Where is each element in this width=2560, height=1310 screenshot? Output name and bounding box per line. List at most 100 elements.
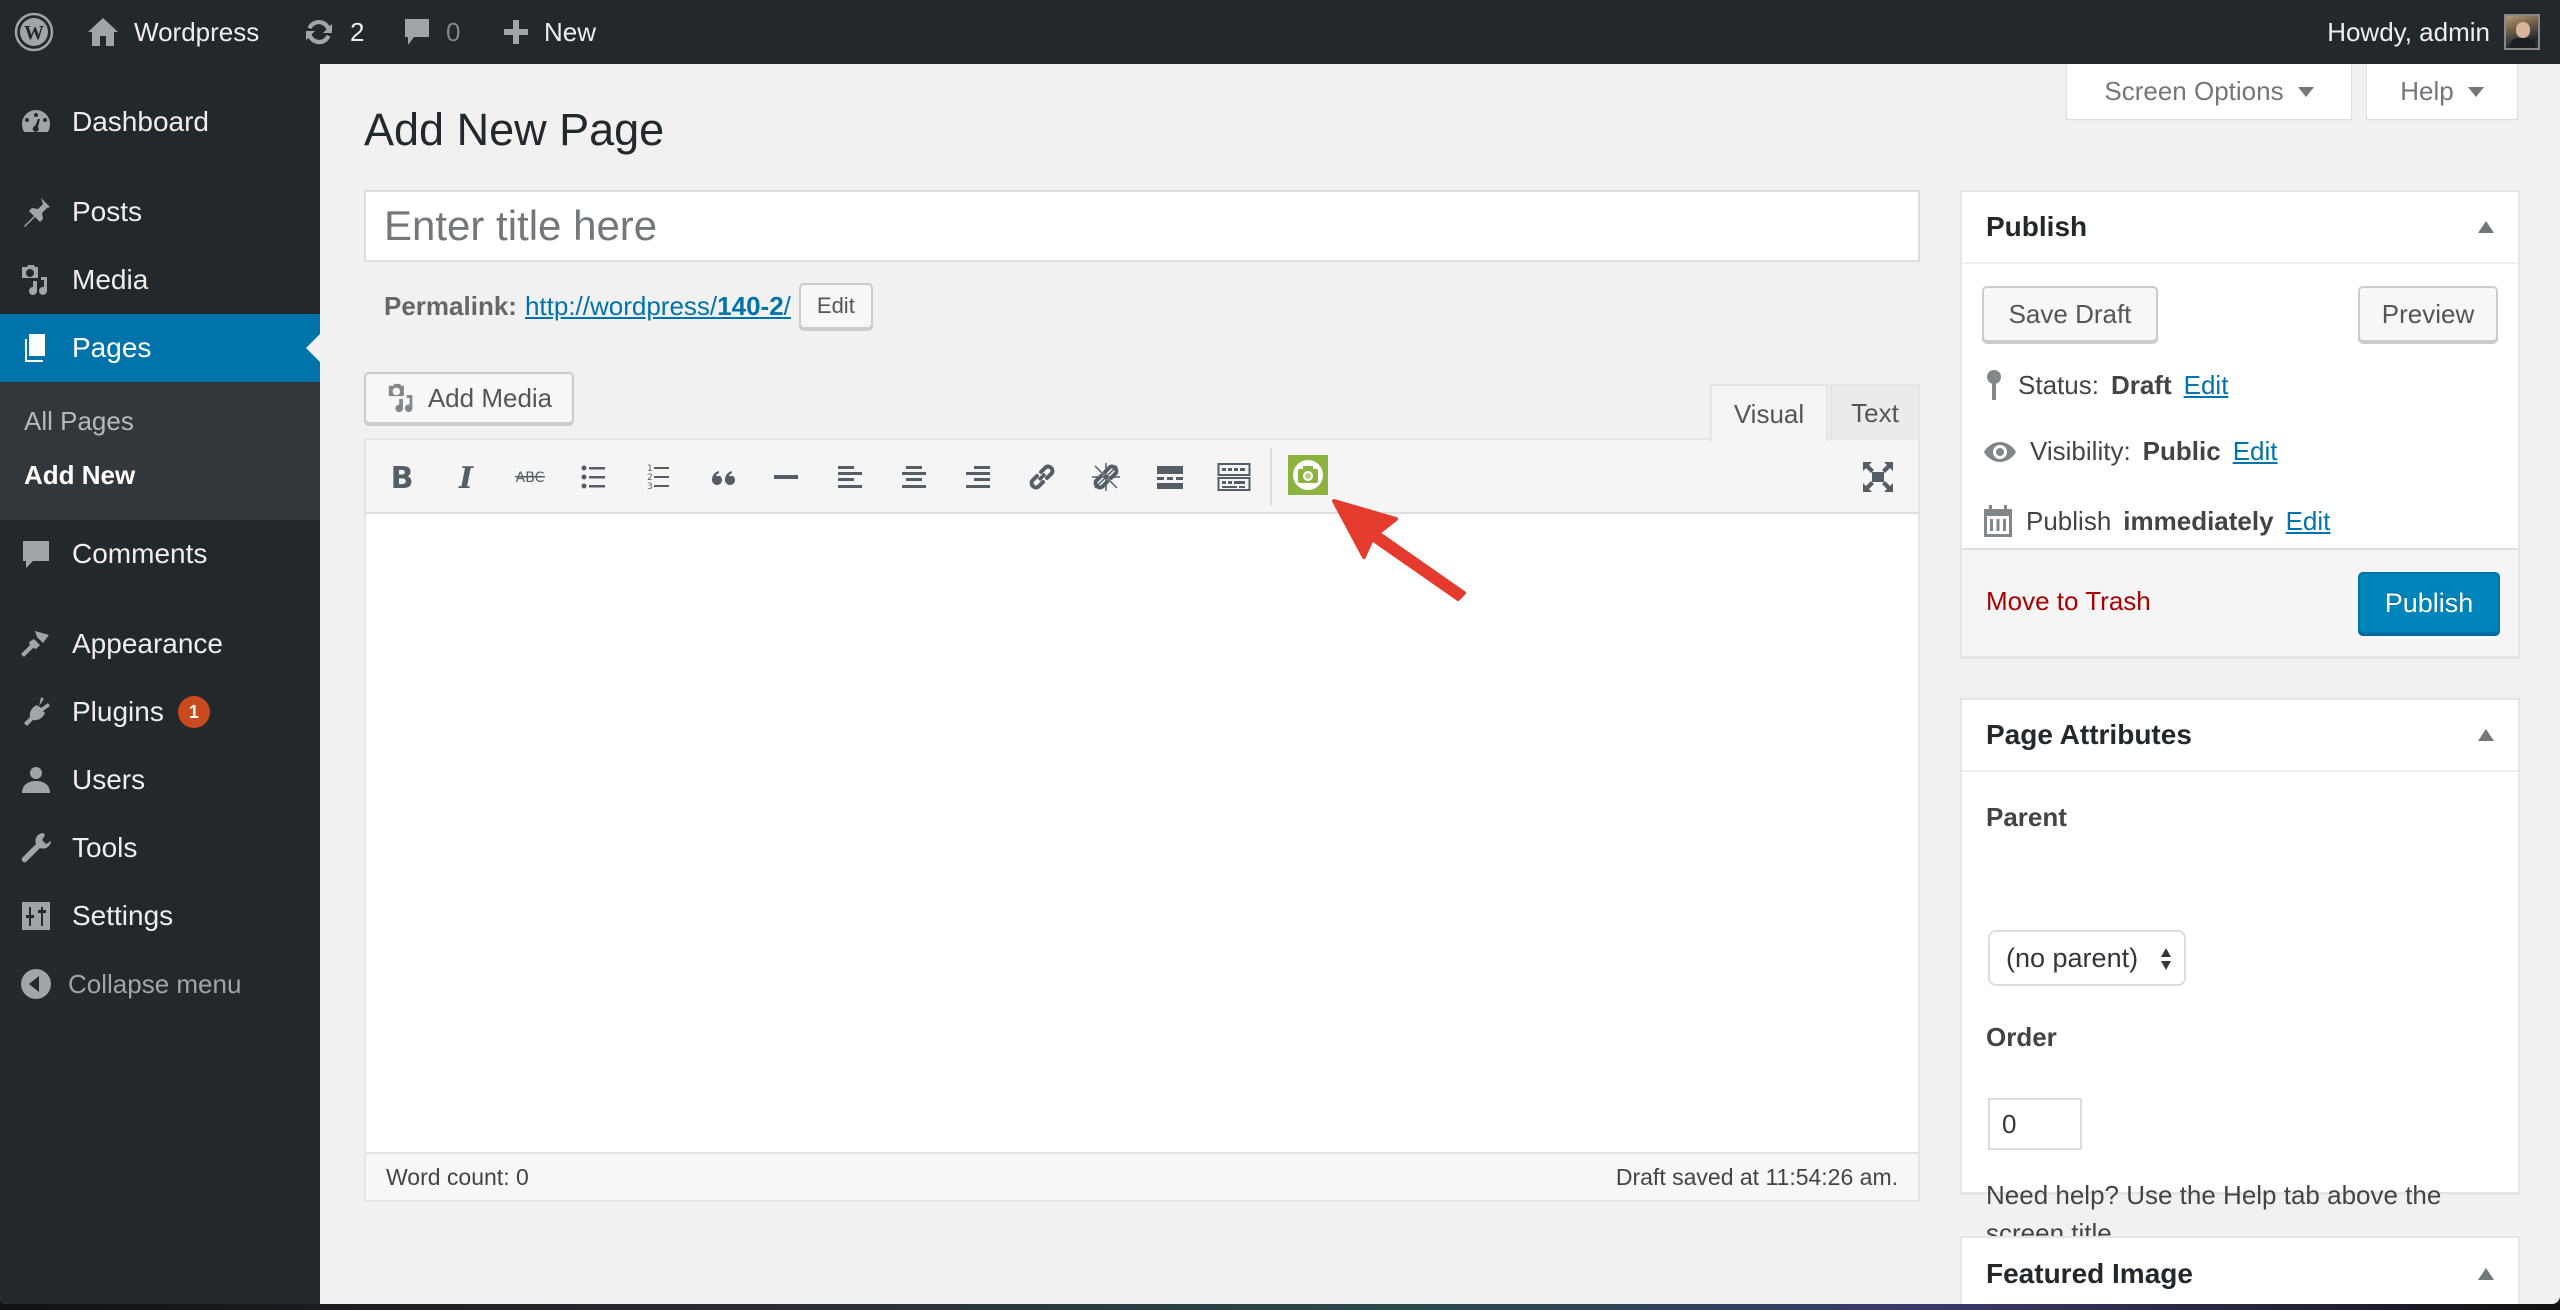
publish-button[interactable]: Publish <box>2358 572 2500 634</box>
publish-box: Publish Save Draft Preview Status: Draft E… <box>1960 190 2520 658</box>
submenu-add-new[interactable]: Add New <box>24 460 135 491</box>
pin-icon <box>18 194 54 230</box>
permalink-label: Permalink: <box>384 290 517 321</box>
horizontal-line-button[interactable] <box>764 455 808 499</box>
sidebar-item-appearance[interactable]: Appearance <box>0 610 320 678</box>
visibility-row: Visibility: Public Edit <box>1982 436 2278 467</box>
greeting: Howdy, admin <box>2327 16 2490 47</box>
collapse-toggle-icon[interactable] <box>2478 1268 2494 1280</box>
add-media-button[interactable]: Add Media <box>364 372 574 424</box>
permalink-row: Permalink: http://wordpress/140-2/ Edit <box>384 283 873 329</box>
svg-text:ABC: ABC <box>516 470 545 486</box>
sidebar-item-dashboard[interactable]: Dashboard <box>0 88 320 156</box>
insert-link-button[interactable] <box>1020 455 1064 499</box>
page-title: Add New Page <box>364 104 665 155</box>
align-center-button[interactable] <box>892 455 936 499</box>
permalink-edit-button[interactable]: Edit <box>798 283 873 329</box>
admin-sidebar: Dashboard Posts Media Pages All Pages Ad… <box>0 64 320 1304</box>
publish-box-header[interactable]: Publish <box>1962 192 2518 264</box>
svg-text:W: W <box>24 22 44 44</box>
sidebar-item-pages[interactable]: Pages <box>0 314 320 382</box>
toolbar-separator <box>1270 448 1272 506</box>
sidebar-item-comments[interactable]: Comments <box>0 520 320 588</box>
user-icon <box>18 762 54 798</box>
sidebar-item-settings[interactable]: Settings <box>0 882 320 950</box>
parent-select[interactable]: (no parent) <box>1988 930 2186 986</box>
editor-toolbar: B I ABC 123 <box>366 440 1918 514</box>
paintbrush-icon <box>18 626 54 662</box>
featured-image-header[interactable]: Featured Image <box>1962 1238 2518 1304</box>
tab-text[interactable]: Text <box>1830 384 1920 440</box>
comment-bubble-icon <box>405 19 429 45</box>
new-label: New <box>544 16 597 47</box>
dashboard-icon <box>18 104 54 140</box>
comments-link[interactable]: 0 <box>402 0 460 64</box>
sidebar-item-tools[interactable]: Tools <box>0 814 320 882</box>
plus-icon <box>504 20 528 44</box>
fullscreen-button[interactable] <box>1856 455 1900 499</box>
submenu-all-pages[interactable]: All Pages <box>24 406 134 437</box>
collapse-toggle-icon[interactable] <box>2478 729 2494 741</box>
sidebar-item-plugins[interactable]: Plugins 1 <box>0 678 320 746</box>
sidebar-item-users[interactable]: Users <box>0 746 320 814</box>
admin-bar: W Wordpress 2 0 New Howdy, admin <box>0 0 2560 64</box>
pages-icon <box>18 330 54 366</box>
save-draft-button[interactable]: Save Draft <box>1982 286 2158 342</box>
schedule-row: Publish immediately Edit <box>1982 504 2330 538</box>
page-attributes-header[interactable]: Page Attributes <box>1962 700 2518 772</box>
align-right-icon <box>966 466 990 488</box>
permalink-url[interactable]: http://wordpress/140-2/ <box>525 291 791 322</box>
updates-count: 2 <box>350 16 365 47</box>
move-to-trash-link[interactable]: Move to Trash <box>1986 586 2151 617</box>
wrench-icon <box>18 830 54 866</box>
bulleted-list-icon <box>581 465 605 489</box>
account-menu[interactable]: Howdy, admin <box>2327 0 2540 64</box>
italic-button[interactable]: I <box>444 455 488 499</box>
new-content-link[interactable]: New <box>502 0 596 64</box>
title-input[interactable] <box>364 190 1920 262</box>
svg-text:I: I <box>458 462 474 492</box>
bulleted-list-button[interactable] <box>572 455 616 499</box>
edit-schedule-link[interactable]: Edit <box>2286 506 2331 537</box>
collapse-toggle-icon[interactable] <box>2478 221 2494 233</box>
word-count: Word count: 0 <box>386 1163 529 1190</box>
fullscreen-icon <box>1863 462 1893 492</box>
site-name-link[interactable]: Wordpress <box>86 0 259 64</box>
help-button[interactable]: Help <box>2366 64 2518 120</box>
align-left-button[interactable] <box>828 455 872 499</box>
camera-plugin-button[interactable] <box>1286 453 1330 497</box>
blockquote-button[interactable] <box>700 455 744 499</box>
read-more-button[interactable] <box>1148 455 1192 499</box>
content-area[interactable] <box>366 516 1918 1154</box>
sidebar-item-media[interactable]: Media <box>0 246 320 314</box>
screen-options-button[interactable]: Screen Options <box>2066 64 2352 120</box>
eye-icon <box>1984 441 2016 462</box>
unlink-button[interactable] <box>1084 455 1128 499</box>
preview-button[interactable]: Preview <box>2358 286 2498 342</box>
align-right-button[interactable] <box>956 455 1000 499</box>
bold-icon: B <box>391 462 414 492</box>
publishing-actions: Move to Trash Publish <box>1962 548 2518 656</box>
site-name: Wordpress <box>134 16 260 47</box>
collapse-menu-button[interactable]: Collapse menu <box>0 950 320 1018</box>
strikethrough-button[interactable]: ABC <box>508 455 552 499</box>
wp-logo-menu[interactable]: W <box>14 0 54 64</box>
bold-button[interactable]: B <box>380 455 424 499</box>
edit-status-link[interactable]: Edit <box>2184 370 2229 401</box>
numbered-list-button[interactable]: 123 <box>636 455 680 499</box>
annotation-arrow <box>1332 499 1466 601</box>
parent-label: Parent <box>1986 802 2067 832</box>
page-attributes-box: Page Attributes Parent (no parent) Order… <box>1960 698 2520 1248</box>
desktop-background-strip <box>0 1304 2560 1310</box>
tab-visual[interactable]: Visual <box>1710 384 1828 442</box>
updates-icon <box>306 19 332 45</box>
sidebar-item-posts[interactable]: Posts <box>0 178 320 246</box>
blockquote-icon <box>712 471 735 485</box>
wordpress-logo-icon: W <box>14 12 54 52</box>
toolbar-toggle-button[interactable] <box>1212 455 1256 499</box>
horizontal-line-icon <box>774 475 798 479</box>
edit-visibility-link[interactable]: Edit <box>2233 436 2278 467</box>
order-input[interactable] <box>1988 1098 2082 1150</box>
link-icon <box>1029 464 1055 490</box>
updates-link[interactable]: 2 <box>302 0 364 64</box>
